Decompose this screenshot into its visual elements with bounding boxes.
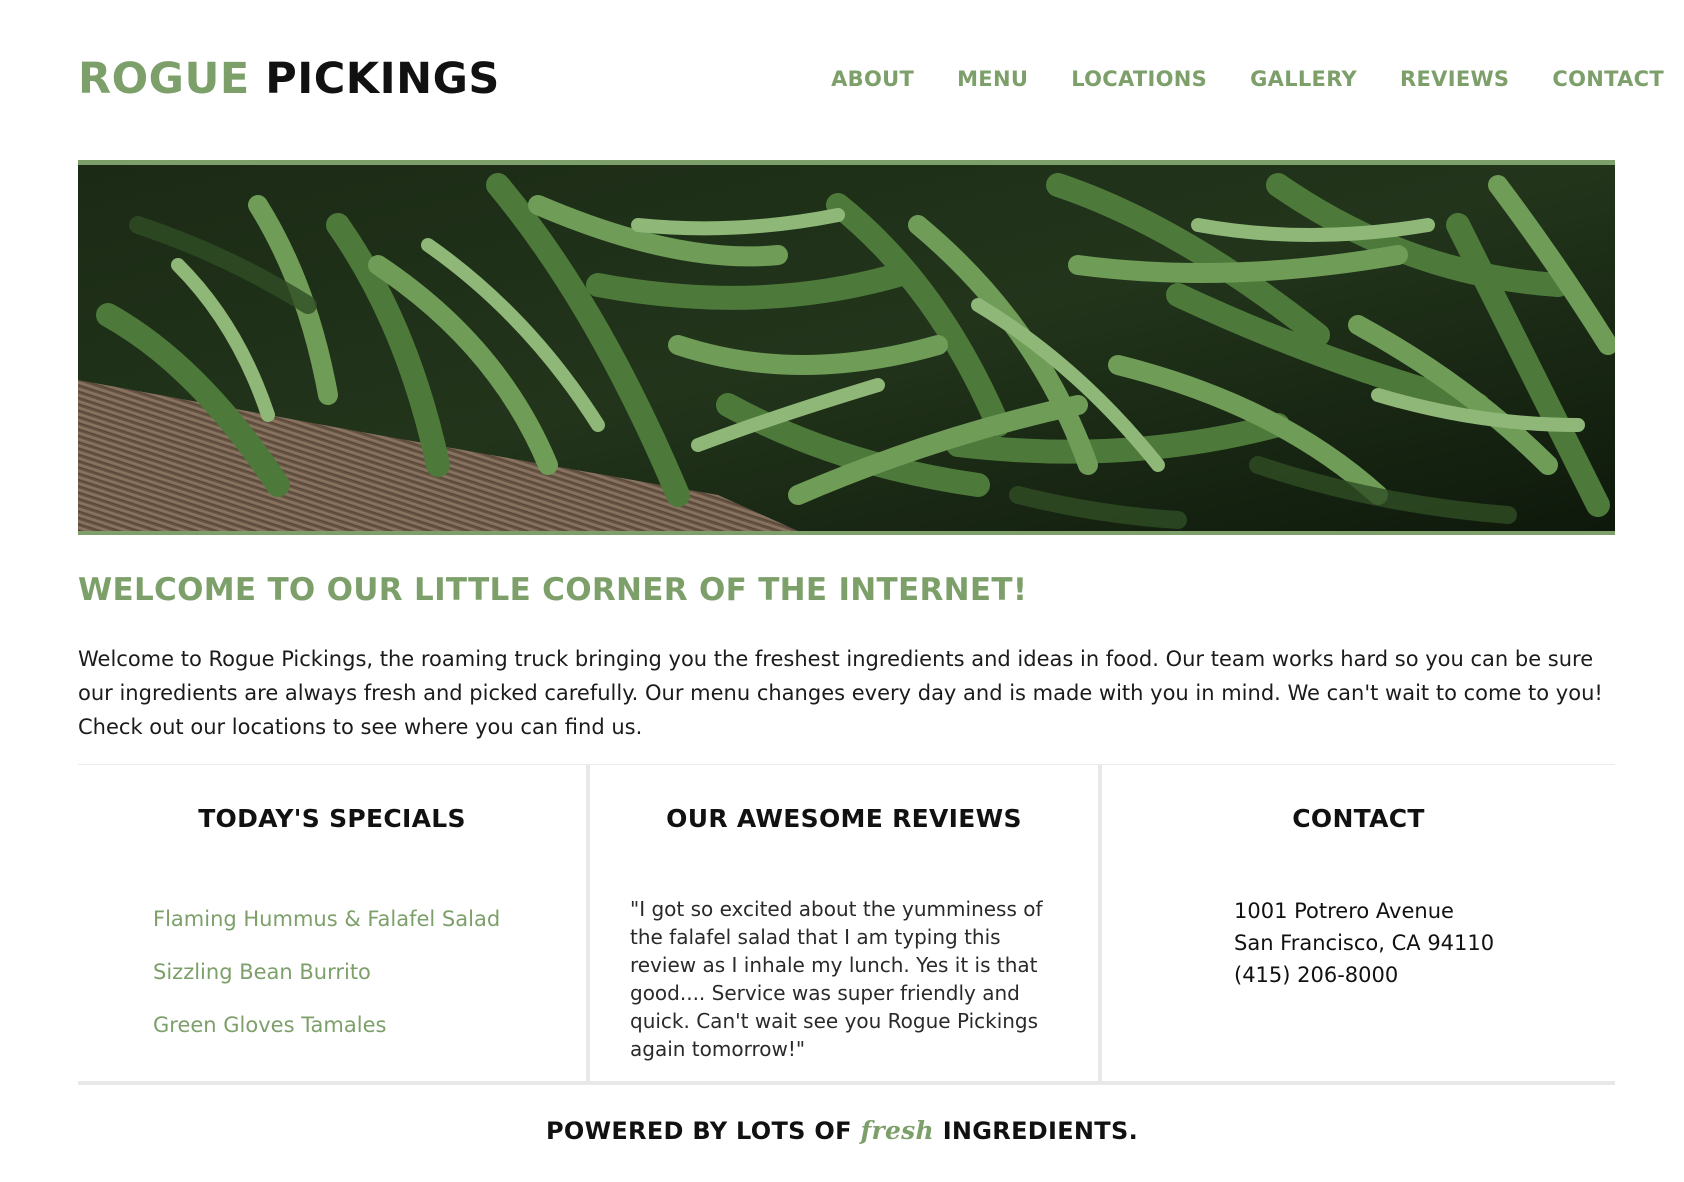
- contact-phone[interactable]: (415) 206-8000: [1234, 959, 1494, 991]
- site-header: ROGUE PICKINGS ABOUT MENU LOCATIONS GALL…: [78, 52, 1664, 112]
- nav-link-menu[interactable]: MENU: [957, 65, 1028, 93]
- main-nav: ABOUT MENU LOCATIONS GALLERY REVIEWS CON…: [831, 65, 1664, 93]
- special-item[interactable]: Flaming Hummus & Falafel Salad: [153, 905, 500, 933]
- site-logo[interactable]: ROGUE PICKINGS: [78, 52, 500, 106]
- special-item[interactable]: Green Gloves Tamales: [153, 1011, 500, 1039]
- reviews-heading: OUR AWESOME REVIEWS: [666, 804, 1022, 833]
- footer-prefix: POWERED BY LOTS OF: [546, 1117, 852, 1145]
- specials-list: Flaming Hummus & Falafel Salad Sizzling …: [153, 905, 500, 1064]
- nav-link-contact[interactable]: CONTACT: [1552, 65, 1664, 93]
- logo-second-word: PICKINGS: [265, 54, 500, 104]
- specials-column: TODAY'S SPECIALS Flaming Hummus & Falafe…: [78, 765, 590, 1081]
- review-quote: "I got so excited about the yumminess of…: [630, 897, 1043, 1061]
- logo-first-word: ROGUE: [78, 54, 250, 104]
- welcome-title: WELCOME TO OUR LITTLE CORNER OF THE INTE…: [78, 572, 1028, 608]
- contact-details: 1001 Potrero Avenue San Francisco, CA 94…: [1234, 895, 1494, 991]
- special-item[interactable]: Sizzling Bean Burrito: [153, 958, 500, 986]
- contact-column: CONTACT 1001 Potrero Avenue San Francisc…: [1102, 765, 1615, 1081]
- info-columns: TODAY'S SPECIALS Flaming Hummus & Falafe…: [78, 764, 1615, 1085]
- nav-link-locations[interactable]: LOCATIONS: [1071, 65, 1207, 93]
- specials-heading: TODAY'S SPECIALS: [198, 804, 466, 833]
- nav-link-reviews[interactable]: REVIEWS: [1400, 65, 1509, 93]
- footer-fresh-word: fresh: [860, 1116, 935, 1145]
- site-footer: POWERED BY LOTS OF fresh INGREDIENTS.: [0, 1114, 1684, 1148]
- footer-suffix: INGREDIENTS.: [942, 1117, 1138, 1145]
- contact-heading: CONTACT: [1292, 804, 1425, 833]
- green-beans-photo: [78, 165, 1615, 531]
- contact-address-line2: San Francisco, CA 94110: [1234, 931, 1495, 955]
- hero-image: [78, 160, 1615, 535]
- contact-address-line1: 1001 Potrero Avenue: [1234, 899, 1454, 923]
- nav-link-gallery[interactable]: GALLERY: [1250, 65, 1357, 93]
- reviews-column: OUR AWESOME REVIEWS "I got so excited ab…: [590, 765, 1102, 1081]
- nav-link-about[interactable]: ABOUT: [831, 65, 914, 93]
- welcome-text: Welcome to Rogue Pickings, the roaming t…: [78, 647, 1603, 739]
